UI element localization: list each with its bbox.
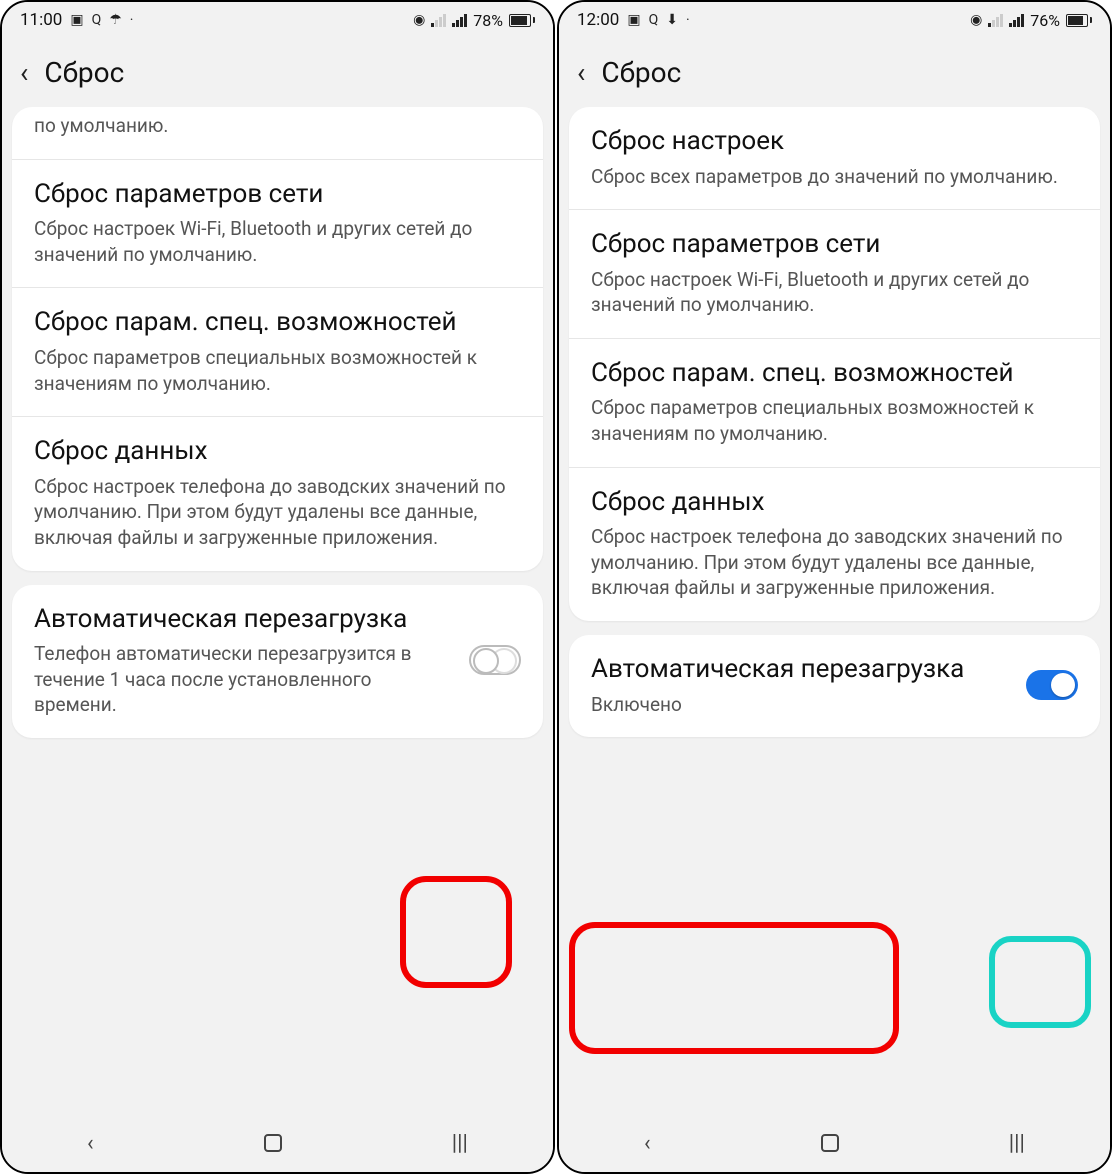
auto-restart-card[interactable]: Автоматическая перезагрузка Телефон авто…: [12, 585, 543, 738]
more-icon: ·: [686, 12, 690, 28]
page-header: ‹ Сброс: [559, 38, 1110, 107]
item-title: Сброс парам. спец. возможностей: [34, 306, 521, 339]
content-area: по умолчанию. Сброс параметров сети Сбро…: [2, 107, 553, 1114]
auto-restart-card[interactable]: Автоматическая перезагрузка Включено: [569, 635, 1100, 737]
search-icon: Q: [92, 12, 102, 28]
nav-recents-icon[interactable]: |||: [1009, 1131, 1025, 1156]
item-desc: Сброс параметров специальных возможносте…: [34, 345, 521, 396]
phone-right: 12:00 ▣ Q ⬇ · ◉ 76% ‹ Сброс Сброс настро…: [557, 0, 1112, 1174]
settings-card: по умолчанию. Сброс параметров сети Сбро…: [12, 107, 543, 571]
nav-back-icon[interactable]: ‹: [87, 1131, 94, 1156]
battery-percent: 76%: [1030, 11, 1060, 30]
toggle-text: Автоматическая перезагрузка Включено: [591, 653, 1014, 717]
item-desc: Сброс настроек телефона до заводских зна…: [34, 474, 521, 551]
toggle-title: Автоматическая перезагрузка: [34, 603, 457, 636]
battery-percent: 78%: [473, 11, 503, 30]
phone-left: 11:00 ▣ Q ☂ · ◉ 78% ‹ Сброс по умолчанию…: [0, 0, 555, 1174]
umbrella-icon: ☂: [109, 12, 122, 28]
battery-icon: [1066, 14, 1092, 27]
settings-card: Сброс настроек Сброс всех параметров до …: [569, 107, 1100, 621]
item-title: Сброс данных: [591, 486, 1078, 519]
item-desc: Сброс настроек Wi-Fi, Bluetooth и других…: [591, 267, 1078, 318]
download-icon: ⬇: [666, 12, 678, 28]
item-title: Сброс настроек: [591, 125, 1078, 158]
back-button[interactable]: ‹: [577, 59, 585, 87]
list-item-reset-accessibility[interactable]: Сброс парам. спец. возможностей Сброс па…: [12, 288, 543, 417]
item-desc: Сброс настроек телефона до заводских зна…: [591, 524, 1078, 601]
list-item-reset-settings[interactable]: Сброс настроек Сброс всех параметров до …: [569, 107, 1100, 210]
item-desc: Сброс параметров специальных возможносте…: [591, 395, 1078, 446]
item-desc: Сброс всех параметров до значений по умо…: [591, 164, 1078, 190]
auto-restart-toggle[interactable]: [1026, 670, 1078, 700]
wifi-icon: ◉: [413, 12, 425, 28]
nav-home-icon[interactable]: [821, 1134, 839, 1152]
nav-recents-icon[interactable]: |||: [452, 1131, 468, 1156]
status-time: 12:00: [577, 10, 619, 30]
nav-home-icon[interactable]: [264, 1134, 282, 1152]
nav-bar: ‹ |||: [2, 1114, 553, 1172]
page-title: Сброс: [601, 56, 681, 89]
item-title: Сброс параметров сети: [591, 228, 1078, 261]
list-item-reset-accessibility[interactable]: Сброс парам. спец. возможностей Сброс па…: [569, 339, 1100, 468]
list-item-reset-network[interactable]: Сброс параметров сети Сброс настроек Wi-…: [569, 210, 1100, 339]
auto-restart-toggle[interactable]: [469, 645, 521, 675]
list-item-reset-data[interactable]: Сброс данных Сброс настроек телефона до …: [12, 417, 543, 570]
list-item-partial[interactable]: по умолчанию.: [12, 107, 543, 160]
list-item-reset-data[interactable]: Сброс данных Сброс настроек телефона до …: [569, 468, 1100, 621]
item-title: Сброс данных: [34, 435, 521, 468]
signal-icon: [1009, 14, 1024, 27]
toggle-title: Автоматическая перезагрузка: [591, 653, 1014, 686]
status-time: 11:00: [20, 10, 62, 30]
status-bar: 11:00 ▣ Q ☂ · ◉ 78%: [2, 2, 553, 38]
item-desc: Сброс настроек Wi-Fi, Bluetooth и других…: [34, 216, 521, 267]
search-icon: Q: [649, 12, 659, 28]
toggle-text: Автоматическая перезагрузка Телефон авто…: [34, 603, 457, 718]
battery-icon: [509, 14, 535, 27]
more-icon: ·: [130, 12, 134, 28]
signal-weak-icon: [431, 14, 446, 27]
nav-bar: ‹ |||: [559, 1114, 1110, 1172]
item-title: Сброс параметров сети: [34, 178, 521, 211]
signal-icon: [452, 14, 467, 27]
nav-back-icon[interactable]: ‹: [644, 1131, 651, 1156]
image-icon: ▣: [627, 12, 640, 28]
list-item-reset-network[interactable]: Сброс параметров сети Сброс настроек Wi-…: [12, 160, 543, 289]
page-header: ‹ Сброс: [2, 38, 553, 107]
toggle-desc: Включено: [591, 692, 1014, 718]
page-title: Сброс: [44, 56, 124, 89]
back-button[interactable]: ‹: [20, 59, 28, 87]
image-icon: ▣: [70, 12, 83, 28]
status-bar: 12:00 ▣ Q ⬇ · ◉ 76%: [559, 2, 1110, 38]
content-area: Сброс настроек Сброс всех параметров до …: [559, 107, 1110, 1114]
signal-weak-icon: [988, 14, 1003, 27]
wifi-icon: ◉: [970, 12, 982, 28]
item-title: Сброс парам. спец. возможностей: [591, 357, 1078, 390]
toggle-desc: Телефон автоматически перезагрузится в т…: [34, 641, 457, 718]
item-desc: по умолчанию.: [34, 113, 521, 139]
